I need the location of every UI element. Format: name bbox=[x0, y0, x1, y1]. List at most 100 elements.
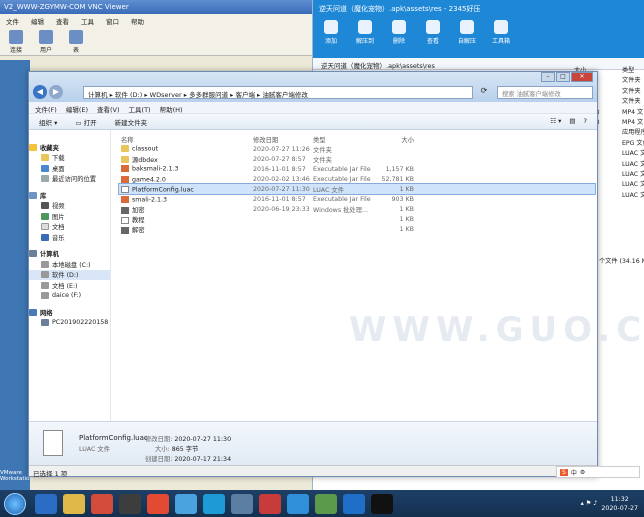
nav-network-pc[interactable]: PC201902220158 bbox=[29, 318, 110, 329]
nav-videos[interactable]: 视频 bbox=[29, 201, 110, 212]
archive-extract-button[interactable]: 解压到 bbox=[353, 20, 377, 45]
file-date: 2020-02-02 13:46 bbox=[253, 175, 310, 183]
nav-drive-c[interactable]: 本地磁盘 (C:) bbox=[29, 259, 110, 270]
organize-button[interactable]: 组织 ▾ bbox=[39, 117, 57, 127]
open-icon: ▭ bbox=[75, 119, 82, 127]
view-options-icon[interactable]: ☷ ▾ bbox=[550, 117, 561, 126]
vnc-menu-view[interactable]: 查看 bbox=[56, 16, 69, 26]
refresh-icon[interactable]: ⟳ bbox=[477, 86, 491, 99]
menu-edit[interactable]: 编辑(E) bbox=[66, 104, 88, 114]
open-button[interactable]: ▭ 打开 bbox=[75, 117, 96, 127]
breadcrumb-current[interactable]: 油腻客户端修改 bbox=[262, 91, 308, 98]
archive-sfx-button[interactable]: 自解压 bbox=[455, 20, 479, 45]
file-row[interactable]: PlatformConfig.luac 2020-07-27 11:30 LUAC … bbox=[118, 183, 596, 196]
vnc-menu-edit[interactable]: 编辑 bbox=[31, 16, 44, 26]
menu-help[interactable]: 帮助(H) bbox=[160, 104, 183, 114]
nav-favorites[interactable]: 收藏夹 bbox=[29, 142, 110, 153]
file-row[interactable]: 加密 2020-06-19 23:33 Windows 批处理... 1 KB bbox=[119, 205, 595, 215]
vnc-menu-tools[interactable]: 工具 bbox=[81, 16, 94, 26]
explorer-icon[interactable] bbox=[63, 493, 85, 514]
nav-libraries[interactable]: 库 bbox=[29, 190, 110, 201]
vnc-task-icon[interactable] bbox=[259, 493, 281, 514]
chrome-icon[interactable] bbox=[147, 493, 169, 514]
file-row[interactable]: 教程 1 KB bbox=[119, 215, 595, 225]
preview-pane-icon[interactable]: ▤ bbox=[569, 117, 575, 126]
cloud-icon[interactable] bbox=[175, 493, 197, 514]
nav-documents[interactable]: 文档 bbox=[29, 222, 110, 233]
ime-toolbar[interactable]: S 中 ⚙ bbox=[556, 466, 640, 478]
search-input[interactable]: 搜索 油腻客户端修改 bbox=[497, 86, 593, 99]
file-row[interactable]: game4.2.0 2020-02-02 13:46 Executable Jar … bbox=[119, 174, 595, 184]
breadcrumb-client[interactable]: 客户端 bbox=[235, 91, 255, 98]
file-row[interactable]: 解密 1 KB bbox=[119, 225, 595, 235]
nav-drive-e[interactable]: 文档 (E:) bbox=[29, 280, 110, 291]
breadcrumb-computer[interactable]: 计算机 bbox=[88, 91, 108, 98]
new-folder-button[interactable]: 新建文件夹 bbox=[115, 117, 148, 127]
column-name[interactable]: 名称 bbox=[119, 135, 253, 144]
tray-icons[interactable]: ▴ ⚑ ♪ bbox=[581, 500, 598, 507]
folder-task-icon[interactable] bbox=[231, 493, 253, 514]
help-icon[interactable]: ? bbox=[584, 117, 587, 126]
close-button[interactable]: ✕ bbox=[571, 72, 593, 82]
browser-icon[interactable] bbox=[343, 493, 365, 514]
nav-computer[interactable]: 计算机 bbox=[29, 249, 110, 260]
archive-delete-button[interactable]: 删除 bbox=[387, 20, 411, 45]
archive-add-button[interactable]: 添加 bbox=[319, 20, 343, 45]
app-icon[interactable] bbox=[119, 493, 141, 514]
menu-view[interactable]: 查看(V) bbox=[97, 104, 120, 114]
breadcrumb-drive[interactable]: 软件 (D:) bbox=[115, 91, 142, 98]
vnc-menu-file[interactable]: 文件 bbox=[6, 16, 19, 26]
vnc-title: V2_WWW-ZGYMW-COM VNC Viewer bbox=[0, 0, 330, 14]
file-name: 教程 bbox=[119, 215, 253, 224]
vs-icon[interactable] bbox=[287, 493, 309, 514]
cmd-icon[interactable] bbox=[371, 493, 393, 514]
nav-recent[interactable]: 最近访问的位置 bbox=[29, 174, 110, 185]
drive-icon bbox=[41, 271, 49, 279]
star-icon bbox=[29, 143, 37, 151]
nav-downloads[interactable]: 下载 bbox=[29, 153, 110, 164]
archive-view-button[interactable]: 查看 bbox=[421, 20, 445, 45]
breadcrumb-group[interactable]: 多多群服问道 bbox=[189, 91, 228, 98]
column-type[interactable]: 类型 bbox=[313, 135, 374, 144]
table-icon bbox=[69, 30, 83, 44]
address-bar[interactable]: 计算机 ▸ 软件 (D:) ▸ WDserver ▸ 多多群服问道 ▸ 客户端 … bbox=[83, 86, 473, 99]
media-player-icon[interactable] bbox=[91, 493, 113, 514]
m-app-icon[interactable] bbox=[203, 493, 225, 514]
maximize-button[interactable]: □ bbox=[556, 72, 570, 82]
back-button[interactable]: ◀ bbox=[33, 85, 47, 99]
nav-drive-f[interactable]: daice (F:) bbox=[29, 291, 110, 302]
vnc-menu-window[interactable]: 窗口 bbox=[106, 16, 119, 26]
file-row[interactable]: smali-2.1.3 2016-11-01 8:57 Executable Jar… bbox=[119, 194, 595, 204]
vnc-table-button[interactable]: 表 bbox=[66, 30, 86, 54]
music-icon bbox=[41, 233, 49, 241]
nav-desktop[interactable]: 桌面 bbox=[29, 163, 110, 174]
file-row[interactable]: classout 2020-07-27 11:26 文件夹 bbox=[119, 144, 595, 154]
details-modified: 修改日期: 2020-07-27 11:30 bbox=[145, 436, 232, 443]
forward-button[interactable]: ▶ bbox=[49, 85, 63, 99]
archive-toolbox-button[interactable]: 工具箱 bbox=[489, 20, 513, 45]
network-icon bbox=[29, 308, 37, 316]
wechat-icon[interactable] bbox=[315, 493, 337, 514]
nav-pictures[interactable]: 图片 bbox=[29, 211, 110, 222]
extract-icon bbox=[358, 20, 372, 34]
file-row[interactable]: baksmali-2.1.3 2016-11-01 8:57 Executable … bbox=[119, 164, 595, 174]
start-button[interactable] bbox=[4, 492, 26, 515]
jar-icon bbox=[121, 165, 129, 173]
ime-settings-icon[interactable]: ⚙ bbox=[580, 469, 585, 476]
nav-drive-d[interactable]: 软件 (D:) bbox=[29, 269, 110, 280]
menu-file[interactable]: 文件(F) bbox=[35, 104, 57, 114]
ie-icon[interactable] bbox=[35, 493, 57, 514]
nav-music[interactable]: 音乐 bbox=[29, 232, 110, 243]
file-row[interactable]: 源dbdex 2020-07-27 8:57 文件夹 bbox=[119, 154, 595, 164]
column-date[interactable]: 修改日期 bbox=[253, 135, 313, 144]
column-size[interactable]: 大小 bbox=[374, 135, 414, 144]
nav-network[interactable]: 网络 bbox=[29, 307, 110, 318]
vnc-user-button[interactable]: 用户 bbox=[36, 30, 56, 54]
ime-mode[interactable]: 中 bbox=[571, 468, 577, 477]
clock[interactable]: 11:32 2020-07-27 bbox=[601, 495, 638, 513]
vnc-connect-button[interactable]: 连接 bbox=[6, 30, 26, 54]
minimize-button[interactable]: – bbox=[541, 72, 555, 82]
menu-tools[interactable]: 工具(T) bbox=[129, 104, 151, 114]
breadcrumb-wdserver[interactable]: WDserver bbox=[150, 91, 182, 98]
vnc-menu-help[interactable]: 帮助 bbox=[131, 16, 144, 26]
